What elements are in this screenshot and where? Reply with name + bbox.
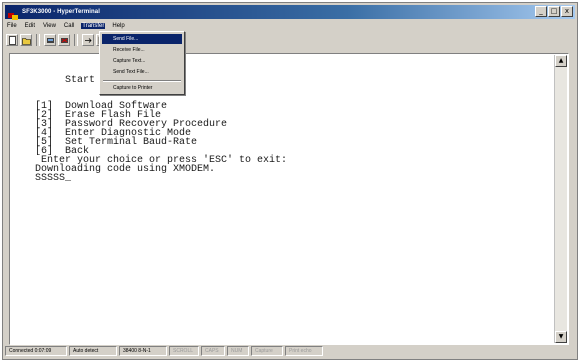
transfer-menu-dropdown: Send File... Receive File... Capture Tex… [99,31,185,95]
status-connected: Connected 0:07:09 [5,346,67,356]
minimize-button[interactable]: _ [535,6,547,17]
hyperterminal-window: SF3K3000 - HyperTerminal _ □ x File Edit… [2,2,578,360]
menu-call[interactable]: Call [63,23,75,29]
call-icon[interactable] [44,34,56,46]
toolbar-separator [36,34,40,46]
open-icon[interactable] [20,34,32,46]
terminal-line: Start [65,75,96,86]
close-button[interactable]: x [561,6,573,17]
toolbar-separator [74,34,78,46]
menu-separator [103,80,181,82]
status-capture: Capture [251,346,283,356]
menu-item-send-text-file[interactable]: Send Text File... [102,67,182,77]
terminal-screen[interactable]: Start [1] Download Software [2] Erase Fl… [11,55,554,343]
menu-transfer[interactable]: Transfer [81,23,106,29]
window-title: SF3K3000 - HyperTerminal [22,9,100,15]
vertical-scrollbar[interactable]: ▲ ▼ [554,55,567,343]
menu-item-capture-text[interactable]: Capture Text... [102,56,182,66]
disconnect-icon[interactable] [58,34,70,46]
title-bar[interactable]: SF3K3000 - HyperTerminal _ □ x [5,5,575,20]
status-caps: CAPS [201,346,225,356]
menu-bar: File Edit View Call Transfer Help [6,21,126,31]
menu-edit[interactable]: Edit [24,23,36,29]
scroll-up-icon[interactable]: ▲ [555,55,567,67]
terminal-frame: Start [1] Download Software [2] Erase Fl… [9,53,569,345]
toolbar [6,33,108,47]
status-scroll: SCROLL [169,346,199,356]
status-bar: Connected 0:07:09 Auto detect 38400 8-N-… [5,345,575,357]
menu-item-receive-file[interactable]: Receive File... [102,45,182,55]
new-icon[interactable] [6,34,18,46]
menu-item-send-file[interactable]: Send File... [102,34,182,44]
status-baud: 38400 8-N-1 [119,346,167,356]
maximize-button[interactable]: □ [548,6,560,17]
status-print-echo: Print echo [285,346,323,356]
menu-help[interactable]: Help [111,23,125,29]
menu-item-capture-printer[interactable]: Capture to Printer [102,83,182,93]
status-detect: Auto detect [69,346,117,356]
terminal-cursor-line: SSSSS_ [35,173,72,184]
scroll-down-icon[interactable]: ▼ [555,331,567,343]
menu-view[interactable]: View [42,23,57,29]
menu-file[interactable]: File [6,23,18,29]
status-num: NUM [227,346,249,356]
app-icon [8,8,18,20]
send-icon[interactable] [82,34,94,46]
